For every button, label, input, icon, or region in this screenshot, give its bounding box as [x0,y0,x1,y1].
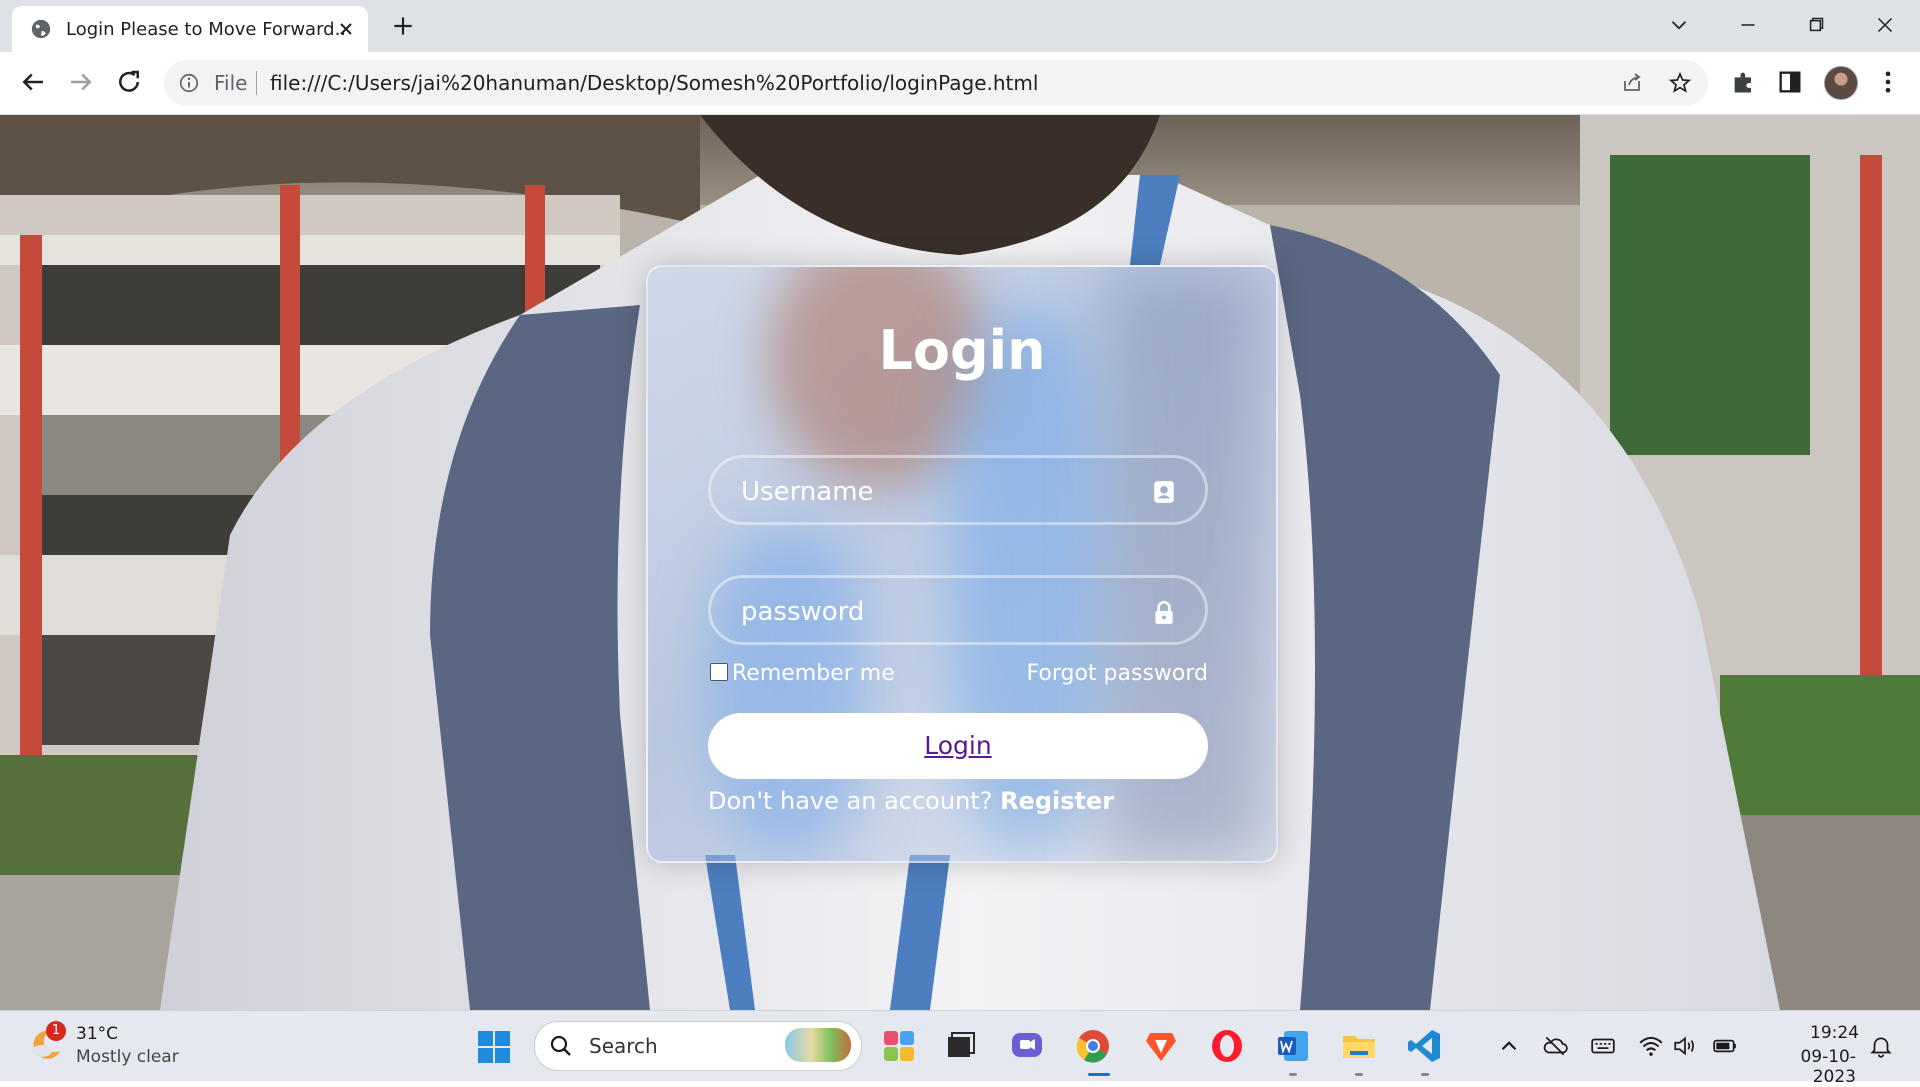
forward-arrow-icon[interactable] [66,67,96,97]
keyboard-icon[interactable] [1590,1033,1616,1059]
share-icon[interactable] [1620,71,1644,95]
battery-charging-icon[interactable] [1712,1033,1738,1059]
minimize-icon[interactable] [1735,12,1761,38]
file-explorer-icon[interactable] [1340,1027,1378,1065]
url-text[interactable]: file:///C:/Users/jai%20hanuman/Desktop/S… [270,71,1038,95]
remember-row: Remember me Forgot password [710,659,1210,691]
file-scheme-label: File [214,71,248,95]
close-tab-icon[interactable] [334,17,358,41]
chrome-running-indicator [1088,1073,1110,1076]
weather-description[interactable]: Mostly clear [76,1047,179,1067]
register-line: Don't have an account? Register [708,787,1114,815]
weather-temperature[interactable]: 31°C [76,1024,118,1044]
username-placeholder: Username [741,477,874,507]
reload-icon[interactable] [114,67,144,97]
word-running-indicator [1289,1073,1297,1076]
search-icon [550,1035,571,1056]
tab-title: Login Please to Move Forward.. [66,19,347,40]
windows-start-icon[interactable] [476,1029,512,1065]
password-field[interactable]: password [708,575,1208,645]
volume-icon[interactable] [1672,1033,1698,1059]
username-field[interactable]: Username [708,455,1208,525]
register-link[interactable]: Register [1000,787,1114,815]
brave-browser-icon[interactable] [1142,1027,1180,1065]
chrome-icon[interactable] [1074,1027,1112,1065]
restore-icon[interactable] [1803,12,1829,38]
login-button[interactable]: Login [708,713,1208,779]
no-account-text: Don't have an account? [708,787,993,815]
browser-tab-bar: Login Please to Move Forward.. [0,0,1920,52]
vscode-running-indicator [1421,1073,1429,1076]
browser-tab[interactable]: Login Please to Move Forward.. [12,6,368,52]
remember-label[interactable]: Remember me [732,661,895,686]
back-arrow-icon[interactable] [18,67,48,97]
url-divider [256,71,257,95]
remember-checkbox[interactable] [710,663,728,681]
weather-notification-badge: 1 [46,1021,66,1041]
windows-taskbar: 1 31°C Mostly clear Search 19:24 09-10-2… [0,1010,1920,1087]
kebab-menu-icon[interactable] [1874,68,1902,96]
new-tab-icon[interactable] [390,13,416,39]
clock-time[interactable]: 19:24 [1810,1023,1859,1043]
tab-search-chevron-icon[interactable] [1666,12,1692,38]
vscode-icon[interactable] [1406,1027,1444,1065]
address-bar[interactable]: File file:///C:/Users/jai%20hanuman/Desk… [164,60,1708,106]
search-highlight-image [785,1028,851,1062]
login-card: Login Username password Remember me Forg… [646,265,1278,863]
lock-icon [1155,601,1173,624]
opera-browser-icon[interactable] [1208,1027,1246,1065]
forgot-password-link[interactable]: Forgot password [1027,661,1208,686]
user-card-icon [1154,481,1174,503]
onedrive-offline-icon[interactable] [1542,1033,1568,1059]
notification-bell-icon[interactable] [1868,1033,1894,1059]
window-close-icon[interactable] [1872,12,1898,38]
side-panel-icon[interactable] [1776,68,1804,96]
explorer-running-indicator [1355,1073,1363,1076]
search-label: Search [589,1034,658,1058]
bookmark-star-icon[interactable] [1668,71,1692,95]
teams-chat-icon[interactable] [1008,1027,1046,1065]
chevron-up-icon[interactable] [1496,1033,1522,1059]
page-viewport: Login Username password Remember me Forg… [0,115,1920,1010]
wifi-icon[interactable] [1638,1033,1664,1059]
task-view-icon[interactable] [942,1027,980,1065]
clock-date[interactable]: 09-10-2023 [1760,1047,1856,1087]
info-icon[interactable] [178,72,200,94]
browser-toolbar: File file:///C:/Users/jai%20hanuman/Desk… [0,52,1920,115]
profile-avatar[interactable] [1824,66,1858,100]
extensions-puzzle-icon[interactable] [1730,68,1758,96]
copilot-preview-app-icon[interactable] [880,1027,918,1065]
password-placeholder: password [741,597,865,627]
word-icon[interactable] [1274,1027,1312,1065]
login-title: Login [878,319,1046,382]
globe-icon [31,19,51,39]
taskbar-search[interactable]: Search [534,1021,862,1071]
